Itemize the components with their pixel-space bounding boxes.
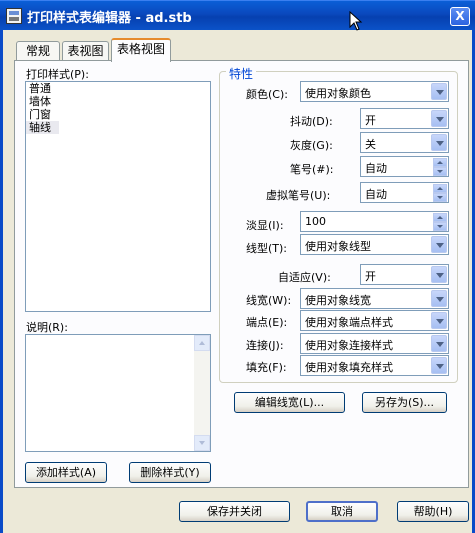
dither-dropdown[interactable]: 开 (360, 108, 449, 129)
description-textarea[interactable] (25, 334, 211, 452)
edit-lineweights-button[interactable]: 编辑线宽(L)... (234, 392, 345, 413)
description-scrollbar[interactable] (194, 335, 210, 451)
add-style-button[interactable]: 添加样式(A) (25, 462, 107, 483)
scroll-down-icon[interactable] (194, 435, 210, 451)
spin-down-icon[interactable] (433, 222, 447, 231)
adaptive-label: 自适应(V): (278, 271, 331, 284)
spin-up-icon[interactable] (433, 184, 447, 193)
dither-value: 开 (365, 114, 376, 127)
screening-spinner[interactable]: 100 (300, 211, 449, 232)
save-as-button[interactable]: 另存为(S)... (362, 392, 447, 413)
join-value: 使用对象连接样式 (305, 339, 393, 352)
fill-label: 填充(F): (246, 361, 287, 374)
list-item[interactable]: 普通 (26, 82, 59, 95)
help-button[interactable]: 帮助(H) (397, 501, 469, 522)
close-button[interactable]: X (450, 7, 470, 26)
pen-number-label: 笔号(#): (290, 163, 334, 176)
spin-up-icon[interactable] (433, 158, 447, 167)
pen-number-value: 自动 (365, 162, 387, 175)
grayscale-label: 灰度(G): (290, 139, 333, 152)
list-item-selected[interactable]: 轴线 (26, 121, 59, 134)
description-label: 说明(R): (26, 321, 68, 334)
color-label: 颜色(C): (246, 88, 288, 101)
lineweight-dropdown[interactable]: 使用对象线宽 (300, 288, 449, 309)
grayscale-dropdown[interactable]: 关 (360, 132, 449, 153)
print-styles-label: 打印样式(P): (26, 68, 89, 81)
chevron-down-icon[interactable] (431, 290, 447, 307)
lineweight-value: 使用对象线宽 (305, 294, 371, 307)
grayscale-value: 关 (365, 138, 376, 151)
virtual-pen-spinner[interactable]: 自动 (360, 182, 449, 203)
chevron-down-icon[interactable] (431, 335, 447, 352)
endpoint-dropdown[interactable]: 使用对象端点样式 (300, 310, 449, 331)
title-bar: 打印样式表编辑器 - ad.stb X (0, 0, 475, 30)
tab-form-view[interactable]: 表格视图 (111, 38, 171, 62)
dither-label: 抖动(D): (290, 115, 333, 128)
save-and-close-button[interactable]: 保存并关闭 (179, 501, 290, 522)
join-dropdown[interactable]: 使用对象连接样式 (300, 333, 449, 354)
virtual-pen-value: 自动 (365, 188, 387, 201)
chevron-down-icon[interactable] (431, 110, 447, 127)
chevron-down-icon[interactable] (431, 83, 447, 100)
mouse-cursor-icon (349, 11, 363, 31)
print-styles-list[interactable]: 普通 墙体 门窗 轴线 (25, 81, 211, 312)
cancel-button[interactable]: 取消 (306, 501, 378, 522)
screening-value: 100 (305, 215, 326, 228)
spin-down-icon[interactable] (433, 193, 447, 202)
scroll-up-icon[interactable] (194, 335, 210, 351)
app-icon (6, 8, 22, 24)
spin-up-icon[interactable] (433, 213, 447, 222)
linetype-label: 线型(T): (246, 242, 288, 255)
chevron-down-icon[interactable] (431, 312, 447, 329)
fill-value: 使用对象填充样式 (305, 361, 393, 374)
endpoint-label: 端点(E): (246, 316, 288, 329)
chevron-down-icon[interactable] (431, 266, 447, 283)
virtual-pen-label: 虚拟笔号(U): (266, 189, 331, 202)
delete-style-button[interactable]: 删除样式(Y) (129, 462, 211, 483)
lineweight-label: 线宽(W): (246, 294, 292, 307)
linetype-dropdown[interactable]: 使用对象线型 (300, 234, 449, 255)
screening-label: 淡显(I): (246, 219, 284, 232)
properties-group-title: 特性 (226, 65, 257, 82)
chevron-down-icon[interactable] (431, 134, 447, 151)
fill-dropdown[interactable]: 使用对象填充样式 (300, 355, 449, 376)
chevron-down-icon[interactable] (431, 357, 447, 374)
list-item[interactable]: 门窗 (26, 108, 59, 121)
pen-number-spinner[interactable]: 自动 (360, 156, 449, 177)
spin-down-icon[interactable] (433, 167, 447, 176)
tab-general[interactable]: 常规 (16, 41, 60, 61)
list-item[interactable]: 墙体 (26, 95, 59, 108)
endpoint-value: 使用对象端点样式 (305, 316, 393, 329)
window-border-left (0, 30, 3, 533)
color-value: 使用对象颜色 (305, 87, 371, 100)
adaptive-dropdown[interactable]: 开 (360, 264, 449, 285)
chevron-down-icon[interactable] (431, 236, 447, 253)
color-dropdown[interactable]: 使用对象颜色 (300, 81, 449, 102)
join-label: 连接(J): (246, 339, 284, 352)
adaptive-value: 开 (365, 270, 376, 283)
window-title: 打印样式表编辑器 - ad.stb (27, 11, 192, 26)
tab-table-view[interactable]: 表视图 (62, 41, 109, 61)
linetype-value: 使用对象线型 (305, 240, 371, 253)
